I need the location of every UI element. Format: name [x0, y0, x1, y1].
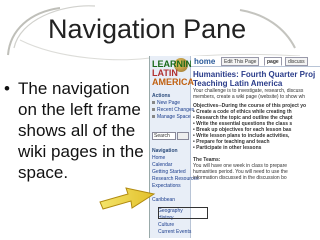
- action-manage-space[interactable]: Manage Space: [152, 114, 191, 120]
- objective-item: Participate in other lessons: [193, 145, 319, 151]
- home-link[interactable]: home: [194, 57, 215, 66]
- actions-heading: Actions: [152, 93, 171, 99]
- wiki-topbar: home Edit This Page page discuss: [191, 56, 320, 67]
- bullet-text: The navigation on the left frame shows a…: [18, 79, 144, 182]
- search-button[interactable]: [177, 132, 189, 140]
- search-input[interactable]: Search: [152, 132, 176, 140]
- navigation-heading: Navigation: [152, 148, 178, 154]
- slide-bullet: • The navigation on the left frame shows…: [4, 78, 152, 183]
- wiki-logo: LEARNING LATIN AMERICA: [152, 60, 199, 87]
- page-title: Humanities: Fourth Quarter Proj: [193, 70, 316, 79]
- bullet-dot: •: [4, 79, 10, 98]
- nav-item-culture[interactable]: Culture: [158, 222, 174, 228]
- tab-page[interactable]: page: [264, 57, 282, 66]
- intro-line: members, create a wiki page (website) to…: [193, 94, 305, 100]
- action-recent-changes[interactable]: Recent Changes: [152, 107, 194, 113]
- logo-line: AMERICA: [152, 77, 194, 87]
- slide-title: Navigation Pane: [48, 14, 247, 44]
- tab-discuss[interactable]: discuss: [285, 57, 308, 66]
- nav-item-getting-started[interactable]: Getting Started: [152, 169, 186, 175]
- nav-item-current-events[interactable]: Current Events: [158, 229, 191, 235]
- page-subtitle: Teaching Latin America: [193, 79, 283, 88]
- teams-line: information discussed in the discussion …: [193, 175, 287, 181]
- nav-item-home[interactable]: Home: [152, 155, 165, 161]
- wiki-content: Humanities: Fourth Quarter Proj Teaching…: [193, 70, 319, 238]
- pointer-arrow-icon: [99, 187, 156, 210]
- tab-edit-page[interactable]: Edit This Page: [221, 57, 260, 66]
- action-new-page[interactable]: New Page: [152, 100, 180, 106]
- nav-item-calendar[interactable]: Calendar: [152, 162, 172, 168]
